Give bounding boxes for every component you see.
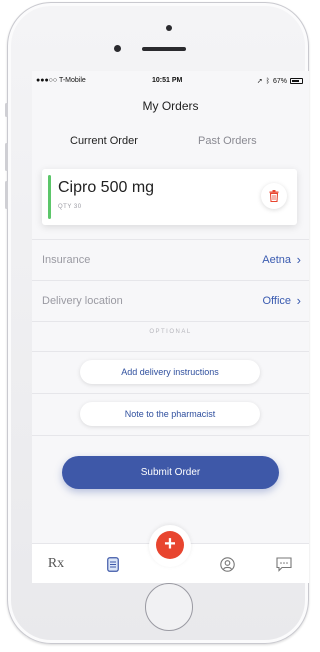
tab-documents[interactable] [103,554,123,574]
delete-item-button[interactable] [261,183,287,209]
rx-icon: Rx [47,556,65,571]
front-camera [114,45,121,52]
chevron-right-icon: › [296,252,301,267]
insurance-row[interactable]: Insurance Aetna › [32,239,309,279]
chat-icon [276,556,292,572]
tab-profile[interactable] [217,554,237,574]
delivery-location-value: Office [262,295,291,307]
mute-switch [5,103,8,117]
note-to-pharmacist-button[interactable]: Note to the pharmacist [80,402,260,426]
medication-name: Cipro 500 mg [58,179,155,196]
carrier-label: ●●●○○ T-Mobile [36,77,86,84]
insurance-label: Insurance [42,254,91,266]
status-bar: ●●●○○ T-Mobile 10:51 PM ➚ ᛒ 67% [32,71,309,89]
divider [32,321,309,322]
tab-rx[interactable]: Rx [46,554,66,574]
volume-up-button [5,143,8,171]
submit-order-button[interactable]: Submit Order [62,456,279,489]
add-button[interactable]: + [156,531,184,559]
delivery-location-row[interactable]: Delivery location Office › [32,280,309,320]
add-icon: + [164,533,176,555]
camera-dot [166,25,172,31]
tab-current-order[interactable]: Current Order [70,135,138,147]
home-button[interactable] [145,583,193,631]
delivery-location-label: Delivery location [42,295,123,307]
divider [32,393,309,394]
profile-icon [219,556,235,572]
divider [32,435,309,436]
battery-percent: 67% [272,77,287,85]
page-title: My Orders [142,99,199,113]
battery-icon [290,78,303,84]
divider [32,351,309,352]
order-tabs: Current Order Past Orders [32,129,309,157]
screen: ●●●○○ T-Mobile 10:51 PM ➚ ᛒ 67% My Order… [32,71,309,583]
status-right: ➚ ᛒ 67% [257,77,303,85]
optional-section-label: OPTIONAL [149,329,192,335]
trash-icon [269,190,279,202]
volume-down-button [5,181,8,209]
tab-messages[interactable] [274,554,294,574]
location-icon: ➚ [256,78,263,85]
bluetooth-icon: ᛒ [265,77,270,85]
document-icon [107,556,119,572]
clock: 10:51 PM [152,77,183,84]
order-card[interactable]: Cipro 500 mg QTY 30 [42,169,297,225]
chevron-right-icon: › [296,293,301,308]
order-accent-bar [48,175,51,219]
insurance-value: Aetna [262,254,291,266]
medication-qty: QTY 30 [58,204,82,210]
speaker-grille [142,47,186,51]
add-delivery-instructions-button[interactable]: Add delivery instructions [80,360,260,384]
phone-frame: ●●●○○ T-Mobile 10:51 PM ➚ ᛒ 67% My Order… [5,2,309,644]
tab-past-orders[interactable]: Past Orders [198,135,257,147]
